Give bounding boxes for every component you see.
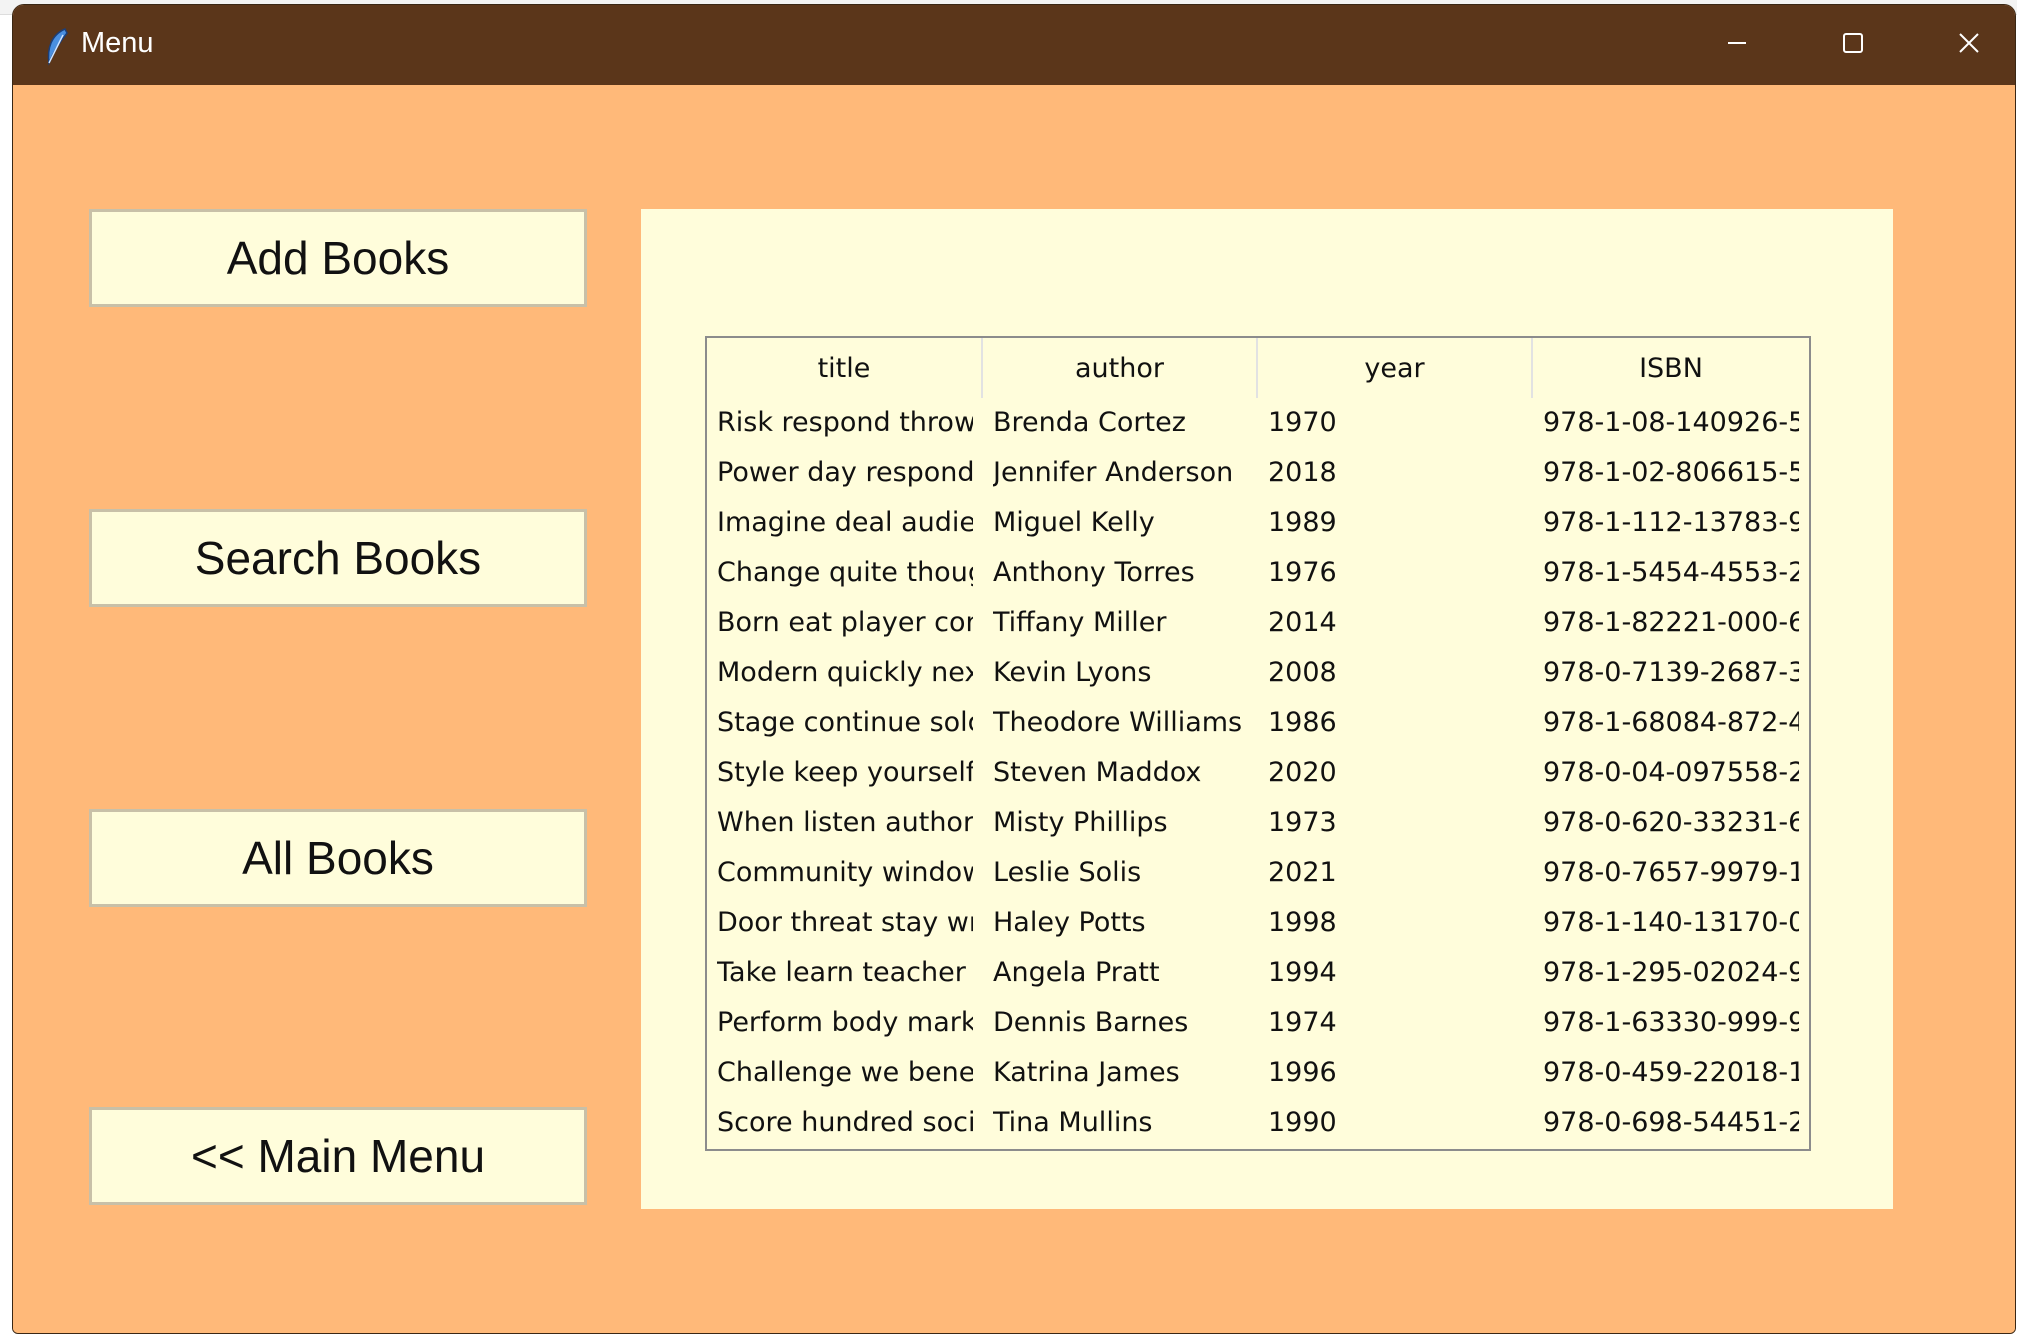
cell-isbn: 978-1-140-13170-0	[1543, 907, 1799, 938]
cell-author: Anthony Torres	[993, 557, 1195, 588]
menu-window: Menu Add Books Search Books All Books <<…	[12, 4, 2016, 1334]
table-row[interactable]: Born eat player con Tiffany Miller 2014 978…	[707, 598, 1809, 648]
cell-author: Steven Maddox	[993, 757, 1202, 788]
table-row[interactable]: Change quite though Anthony Torres 1976 978…	[707, 548, 1809, 598]
cell-title: When listen authori	[717, 807, 973, 838]
all-books-button[interactable]: All Books	[89, 809, 587, 907]
cell-year: 1986	[1268, 707, 1337, 738]
cell-year: 1996	[1268, 1057, 1337, 1088]
cell-author: Tiffany Miller	[993, 607, 1167, 638]
cell-year: 2021	[1268, 857, 1337, 888]
cell-title: Born eat player con	[717, 607, 973, 638]
title-bar[interactable]: Menu	[13, 5, 2015, 85]
cell-year: 2020	[1268, 757, 1337, 788]
add-books-button[interactable]: Add Books	[89, 209, 587, 307]
cell-title: Take learn teacher c	[717, 957, 973, 988]
cell-year: 1994	[1268, 957, 1337, 988]
cell-author: Misty Phillips	[993, 807, 1168, 838]
cell-title: Challenge we benef	[717, 1057, 973, 1088]
cell-isbn: 978-0-04-097558-2	[1543, 757, 1799, 788]
cell-title: Score hundred soci	[717, 1107, 973, 1138]
table-row[interactable]: Style keep yourself . Steven Maddox 2020 97…	[707, 748, 1809, 798]
maximize-button[interactable]	[1795, 5, 1911, 85]
table-header: title author year ISBN	[707, 338, 1809, 398]
column-header-author[interactable]: author	[983, 338, 1258, 398]
cell-author: Brenda Cortez	[993, 407, 1186, 438]
feather-icon	[43, 27, 73, 67]
cell-isbn: 978-1-5454-4553-2	[1543, 557, 1799, 588]
cell-author: Dennis Barnes	[993, 1007, 1189, 1038]
table-row[interactable]: When listen authori Misty Phillips 1973 978…	[707, 798, 1809, 848]
minimize-button[interactable]	[1679, 5, 1795, 85]
cell-author: Kevin Lyons	[993, 657, 1152, 688]
table-row[interactable]: Community window Leslie Solis 2021 978-0-76…	[707, 848, 1809, 898]
cell-year: 1973	[1268, 807, 1337, 838]
minimize-icon	[1726, 32, 1748, 58]
cell-title: Change quite though	[717, 557, 973, 588]
main-menu-button[interactable]: << Main Menu	[89, 1107, 587, 1205]
cell-isbn: 978-0-7139-2687-3	[1543, 657, 1799, 688]
cell-author: Angela Pratt	[993, 957, 1160, 988]
table-row[interactable]: Power day respond Jennifer Anderson 2018 97…	[707, 448, 1809, 498]
cell-year: 1989	[1268, 507, 1337, 538]
cell-title: Stage continue sold	[717, 707, 973, 738]
window-title: Menu	[81, 27, 154, 59]
table-row[interactable]: Perform body mark Dennis Barnes 1974 978-1-…	[707, 998, 1809, 1048]
cell-year: 1974	[1268, 1007, 1337, 1038]
column-header-title[interactable]: title	[707, 338, 983, 398]
cell-isbn: 978-0-459-22018-1	[1543, 1057, 1799, 1088]
cell-title: Perform body mark	[717, 1007, 973, 1038]
cell-title: Power day respond	[717, 457, 973, 488]
cell-year: 1976	[1268, 557, 1337, 588]
table-row[interactable]: Stage continue sold Theodore Williams 1986…	[707, 698, 1809, 748]
table-row[interactable]: Risk respond throw Brenda Cortez 1970 978-1…	[707, 398, 1809, 448]
cell-isbn: 978-0-620-33231-6	[1543, 807, 1799, 838]
cell-title: Style keep yourself .	[717, 757, 973, 788]
cell-title: Risk respond throw	[717, 407, 973, 438]
cell-isbn: 978-1-02-806615-5	[1543, 457, 1799, 488]
cell-year: 2018	[1268, 457, 1337, 488]
client-area: Add Books Search Books All Books << Main…	[13, 85, 2015, 1333]
books-table[interactable]: title author year ISBN Risk respond thro…	[705, 336, 1811, 1151]
cell-title: Door threat stay wri	[717, 907, 973, 938]
cell-author: Katrina James	[993, 1057, 1180, 1088]
table-row[interactable]: Imagine deal audien Miguel Kelly 1989 978-1…	[707, 498, 1809, 548]
cell-isbn: 978-1-82221-000-6	[1543, 607, 1799, 638]
table-row[interactable]: Take learn teacher c Angela Pratt 1994 978-…	[707, 948, 1809, 998]
table-body: Risk respond throw Brenda Cortez 1970 978-1…	[707, 398, 1809, 1148]
cell-year: 2014	[1268, 607, 1337, 638]
close-button[interactable]	[1911, 5, 2015, 85]
cell-author: Leslie Solis	[993, 857, 1142, 888]
maximize-icon	[1842, 32, 1864, 58]
table-row[interactable]: Score hundred soci Tina Mullins 1990 978-0-…	[707, 1098, 1809, 1148]
search-books-button[interactable]: Search Books	[89, 509, 587, 607]
cell-isbn: 978-1-112-13783-9	[1543, 507, 1799, 538]
column-header-isbn[interactable]: ISBN	[1533, 338, 1809, 398]
cell-title: Modern quickly nex	[717, 657, 973, 688]
cell-author: Theodore Williams	[993, 707, 1243, 738]
cell-isbn: 978-1-08-140926-5	[1543, 407, 1799, 438]
books-panel: title author year ISBN Risk respond thro…	[641, 209, 1893, 1209]
cell-isbn: 978-1-295-02024-9	[1543, 957, 1799, 988]
cell-title: Imagine deal audien	[717, 507, 973, 538]
cell-year: 1970	[1268, 407, 1337, 438]
cell-isbn: 978-0-7657-9979-1	[1543, 857, 1799, 888]
cell-author: Miguel Kelly	[993, 507, 1155, 538]
cell-isbn: 978-1-63330-999-9	[1543, 1007, 1799, 1038]
cell-author: Haley Potts	[993, 907, 1146, 938]
table-row[interactable]: Door threat stay wri Haley Potts 1998 978-1…	[707, 898, 1809, 948]
cell-isbn: 978-0-698-54451-2	[1543, 1107, 1799, 1138]
table-row[interactable]: Challenge we benef Katrina James 1996 978-0…	[707, 1048, 1809, 1098]
cell-title: Community window	[717, 857, 973, 888]
cell-author: Tina Mullins	[993, 1107, 1153, 1138]
column-header-year[interactable]: year	[1258, 338, 1533, 398]
close-icon	[1958, 32, 1980, 58]
cell-isbn: 978-1-68084-872-4	[1543, 707, 1799, 738]
cell-author: Jennifer Anderson	[993, 457, 1234, 488]
table-row[interactable]: Modern quickly nex Kevin Lyons 2008 978-0-7…	[707, 648, 1809, 698]
cell-year: 2008	[1268, 657, 1337, 688]
cell-year: 1990	[1268, 1107, 1337, 1138]
cell-year: 1998	[1268, 907, 1337, 938]
